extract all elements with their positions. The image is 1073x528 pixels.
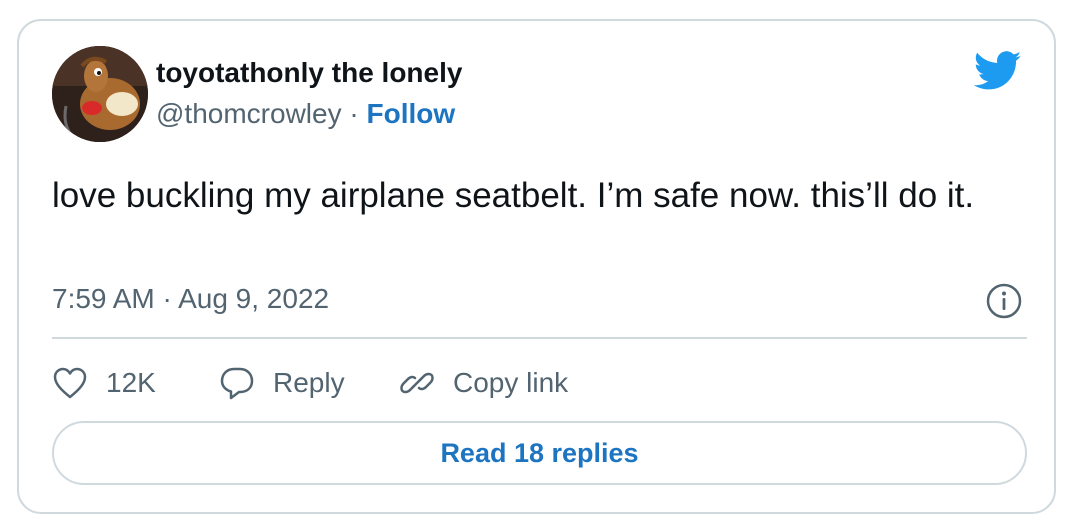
twitter-bird-icon[interactable] [973,51,1022,91]
reply-button[interactable]: Reply [219,361,345,405]
read-replies-button[interactable]: Read 18 replies [52,421,1027,485]
avatar[interactable] [52,46,148,142]
tweet-text: love buckling my airplane seatbelt. I’m … [52,176,975,215]
author-handle[interactable]: @thomcrowley [156,98,342,129]
heart-icon [53,367,87,399]
info-icon[interactable] [984,281,1024,321]
link-icon [400,372,434,394]
tweet-timestamp[interactable]: 7:59 AM · Aug 9, 2022 [52,283,329,315]
author-handle-line: @thomcrowley · Follow [156,98,455,130]
follow-button[interactable]: Follow [366,98,455,129]
like-button[interactable]: 12K [52,361,156,405]
author-display-name[interactable]: toyotathonly the lonely [156,57,462,89]
copy-link-label: Copy link [453,367,569,398]
avatar-image [52,46,148,142]
divider [52,337,1027,339]
tweet-card: toyotathonly the lonely @thomcrowley · F… [17,19,1056,514]
reply-label: Reply [273,367,345,398]
handle-separator: · [341,98,367,129]
like-count: 12K [106,367,156,398]
speech-bubble-icon [220,367,254,400]
copy-link-button[interactable]: Copy link [399,361,568,405]
